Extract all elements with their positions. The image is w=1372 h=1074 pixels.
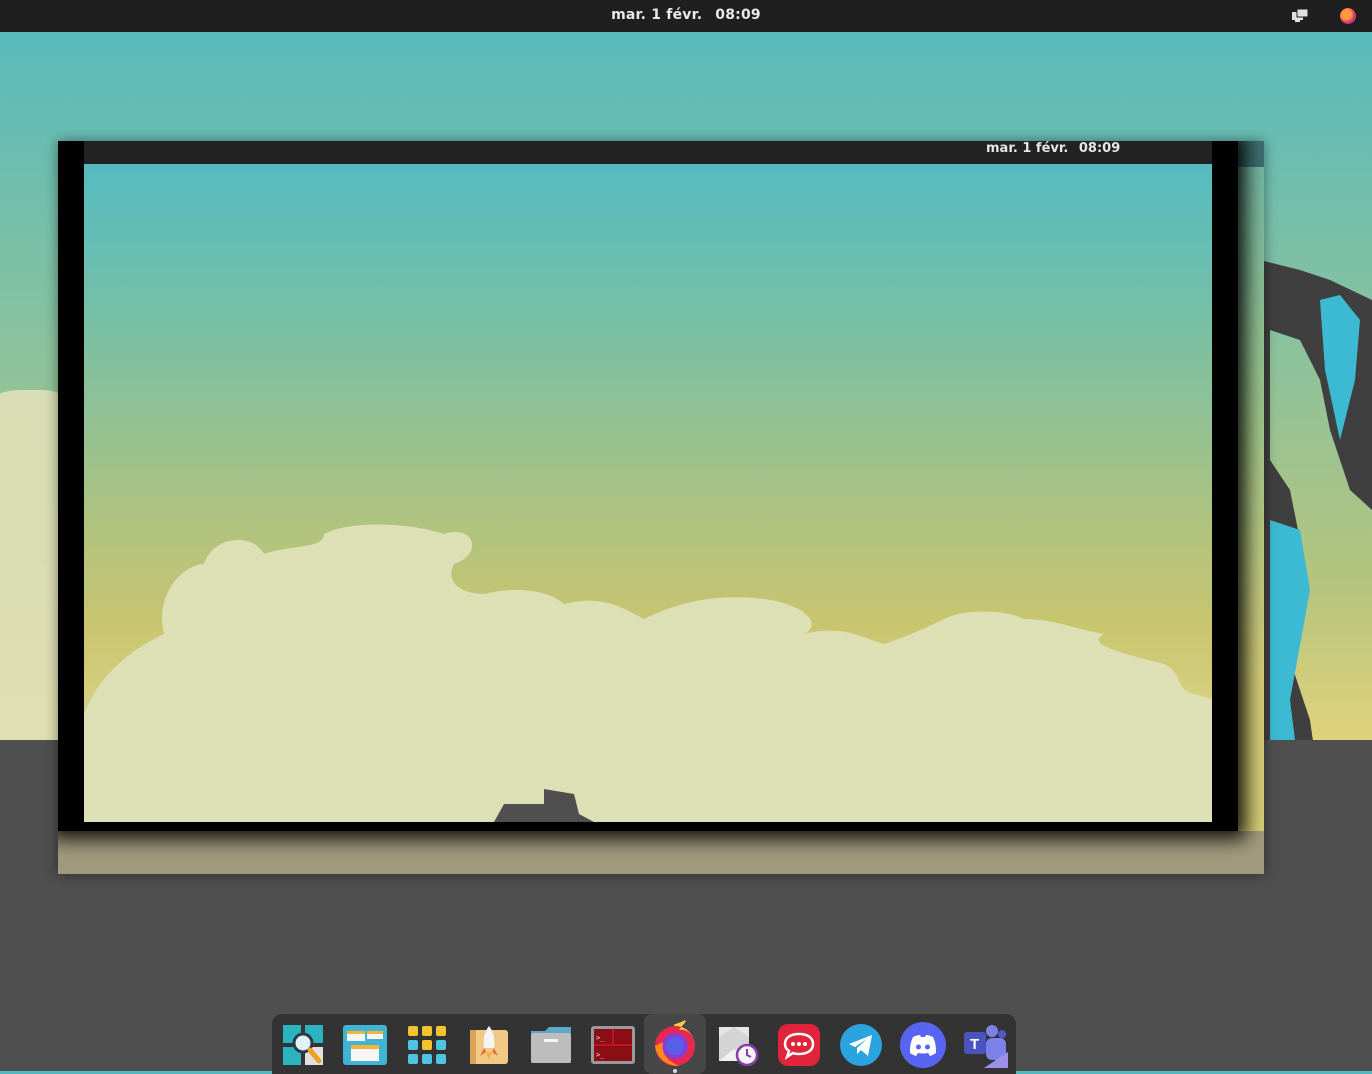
top-panel: mar. 1 févr. 08:09 <box>0 0 1372 32</box>
display-icon[interactable] <box>1292 9 1308 23</box>
svg-text:T: T <box>970 1036 979 1053</box>
discord-icon[interactable] <box>900 1022 946 1068</box>
dock: >_ >_ T <box>272 1014 1016 1074</box>
window-thumbnail[interactable]: mar. 1 févr. 08:09 <box>58 141 1238 831</box>
search-app-icon[interactable] <box>280 1022 326 1068</box>
running-indicator <box>673 1069 677 1073</box>
preview-desktop <box>84 164 1212 822</box>
preview-clock: mar. 1 févr. 08:09 <box>986 141 1126 156</box>
mail-clock-icon[interactable] <box>714 1022 760 1068</box>
launcher-rocket-icon[interactable] <box>466 1022 512 1068</box>
preview-top-panel: mar. 1 févr. 08:09 <box>84 141 1212 164</box>
firefox-tray-icon[interactable] <box>1340 8 1356 24</box>
workspace-preview-edge <box>1236 141 1264 831</box>
firefox-icon[interactable] <box>644 1014 706 1074</box>
teams-icon[interactable]: T <box>962 1022 1008 1068</box>
date-label: mar. 1 févr. <box>611 7 703 23</box>
workspace-preview[interactable]: mar. 1 févr. 08:09 <box>58 141 1264 874</box>
svg-text:>_: >_ <box>596 1034 605 1042</box>
rocketchat-icon[interactable] <box>776 1022 822 1068</box>
preview-time-label: 08:09 <box>1078 141 1121 156</box>
files-icon[interactable] <box>528 1022 574 1068</box>
preview-clouds <box>84 524 1212 822</box>
app-grid-icon[interactable] <box>404 1022 450 1068</box>
telegram-icon[interactable] <box>838 1022 884 1068</box>
preview-date-label: mar. 1 févr. <box>986 141 1069 156</box>
svg-text:>_: >_ <box>596 1051 605 1059</box>
terminal-icon[interactable]: >_ >_ <box>590 1022 636 1068</box>
time-label: 08:09 <box>715 7 761 23</box>
date-time-menu[interactable]: mar. 1 févr. 08:09 <box>0 7 1372 23</box>
workspaces-icon[interactable] <box>342 1022 388 1068</box>
